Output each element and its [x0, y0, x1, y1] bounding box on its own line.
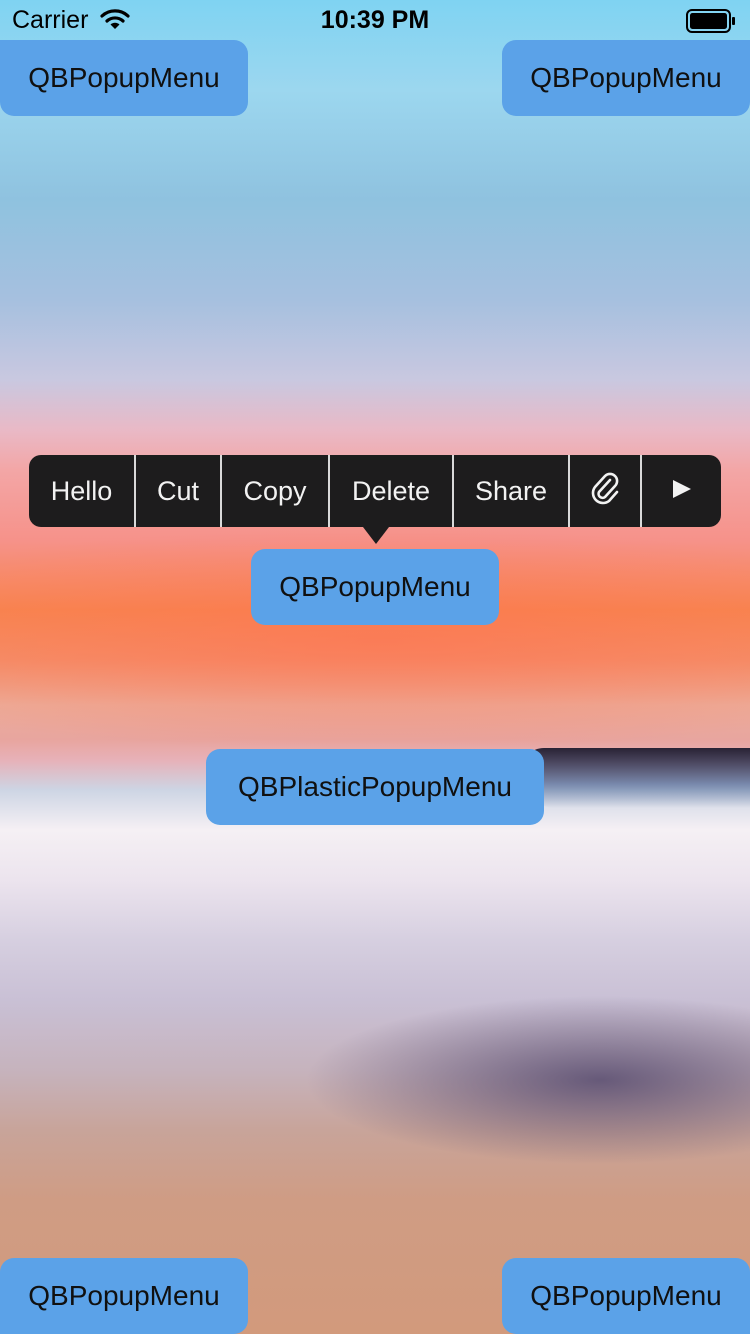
battery-icon	[686, 9, 736, 40]
menu-item-copy[interactable]: Copy	[220, 455, 328, 527]
beach-sunset-background	[0, 0, 750, 1334]
popup-menu-button-center[interactable]: QBPopupMenu	[251, 549, 499, 625]
paperclip-icon	[590, 471, 620, 512]
popup-menu-button-bottom-left[interactable]: QBPopupMenu	[0, 1258, 248, 1334]
menu-item-share[interactable]: Share	[452, 455, 568, 527]
play-icon	[671, 476, 693, 507]
popup-menu-arrow	[363, 527, 389, 544]
plastic-popup-menu-button[interactable]: QBPlasticPopupMenu	[206, 749, 544, 825]
clock: 10:39 PM	[320, 6, 430, 34]
popup-menu-button-bottom-right[interactable]: QBPopupMenu	[502, 1258, 750, 1334]
menu-item-attach[interactable]	[568, 455, 640, 527]
popup-menu-button-top-left[interactable]: QBPopupMenu	[0, 40, 248, 116]
menu-item-play[interactable]	[640, 455, 721, 527]
ocean-wave	[520, 748, 750, 808]
menu-item-cut[interactable]: Cut	[134, 455, 220, 527]
popup-menu-button-top-right[interactable]: QBPopupMenu	[502, 40, 750, 116]
menu-item-delete[interactable]: Delete	[328, 455, 452, 527]
menu-item-hello[interactable]: Hello	[29, 455, 134, 527]
status-bar: Carrier 10:39 PM	[0, 0, 750, 40]
popup-menu: Hello Cut Copy Delete Share	[29, 455, 721, 527]
